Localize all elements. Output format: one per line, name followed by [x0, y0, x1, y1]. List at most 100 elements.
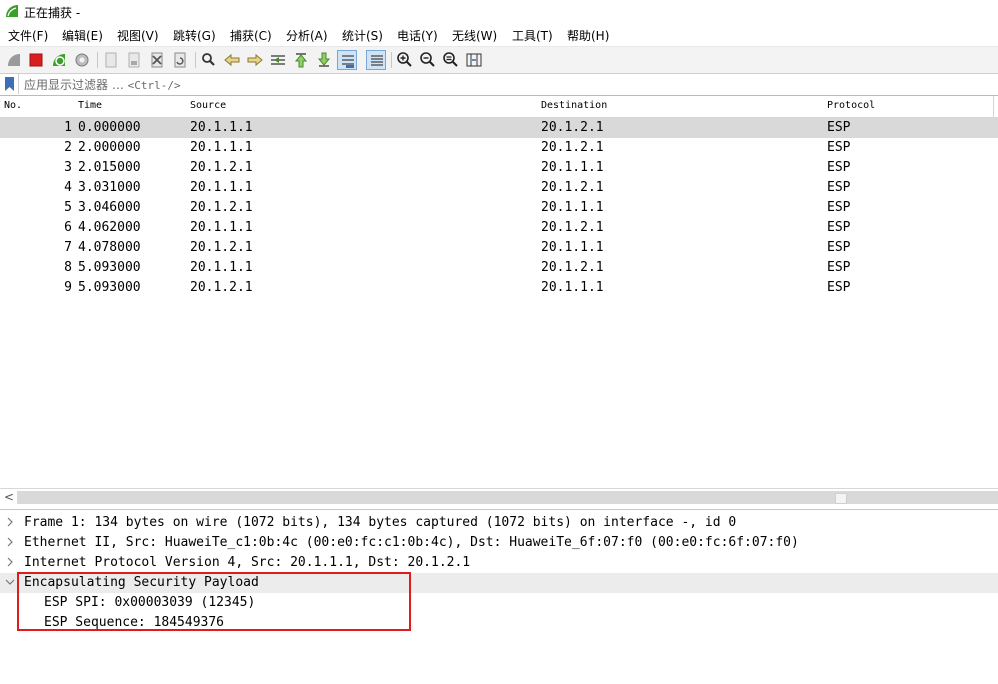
table-row[interactable]: 4 3.031000 20.1.1.1 20.1.2.1 ESP [0, 178, 998, 198]
column-header-destination[interactable]: Destination [537, 96, 823, 118]
row-time: 5.093000 [78, 280, 141, 295]
highlight-annotation-box [17, 572, 411, 631]
column-header-protocol[interactable]: Protocol [823, 96, 998, 118]
row-destination: 20.1.2.1 [541, 180, 604, 195]
table-row[interactable]: 5 3.046000 20.1.2.1 20.1.1.1 ESP [0, 198, 998, 218]
close-file-icon[interactable] [147, 50, 167, 70]
go-last-icon[interactable] [314, 50, 334, 70]
menu-view[interactable]: 视图(V) [117, 27, 159, 44]
row-source: 20.1.2.1 [190, 160, 253, 175]
row-time: 3.046000 [78, 200, 141, 215]
packet-list-horizontal-scrollbar[interactable]: < [0, 488, 998, 506]
row-source: 20.1.1.1 [190, 220, 253, 235]
scrollbar-track[interactable] [17, 491, 998, 504]
open-file-icon[interactable] [101, 50, 121, 70]
row-source: 20.1.2.1 [190, 280, 253, 295]
menu-analyze[interactable]: 分析(A) [286, 27, 328, 44]
row-destination: 20.1.1.1 [541, 200, 604, 215]
row-protocol: ESP [827, 260, 851, 275]
table-row[interactable]: 3 2.015000 20.1.2.1 20.1.1.1 ESP [0, 158, 998, 178]
colorize-icon[interactable] [366, 50, 386, 70]
zoom-normal-icon[interactable] [441, 50, 461, 70]
autoscroll-icon[interactable] [337, 50, 357, 70]
menu-capture[interactable]: 捕获(C) [230, 27, 272, 44]
row-no: 6 [64, 220, 72, 235]
filter-shortcut-hint: <Ctrl-/> [127, 79, 181, 92]
expand-arrow-icon[interactable] [5, 537, 15, 547]
row-protocol: ESP [827, 220, 851, 235]
menu-help[interactable]: 帮助(H) [567, 27, 609, 44]
column-header-source[interactable]: Source [186, 96, 537, 118]
row-protocol: ESP [827, 280, 851, 295]
scroll-left-arrow-icon[interactable]: < [4, 490, 14, 504]
row-source: 20.1.2.1 [190, 200, 253, 215]
row-time: 2.015000 [78, 160, 141, 175]
collapse-arrow-icon[interactable] [5, 577, 15, 587]
row-source: 20.1.2.1 [190, 240, 253, 255]
row-destination: 20.1.2.1 [541, 260, 604, 275]
menu-telephony[interactable]: 电话(Y) [397, 27, 438, 44]
table-row[interactable]: 1 0.000000 20.1.1.1 20.1.2.1 ESP [0, 118, 998, 138]
go-to-packet-icon[interactable] [268, 50, 288, 70]
tree-item-ethernet[interactable]: Ethernet II, Src: HuaweiTe_c1:0b:4c (00:… [0, 533, 998, 553]
row-time: 3.031000 [78, 180, 141, 195]
menu-wireless[interactable]: 无线(W) [452, 27, 497, 44]
menu-statistics[interactable]: 统计(S) [342, 27, 383, 44]
start-capture-icon[interactable] [4, 50, 24, 70]
row-destination: 20.1.1.1 [541, 160, 604, 175]
row-no: 5 [64, 200, 72, 215]
row-no: 1 [64, 120, 72, 135]
table-row[interactable]: 2 2.000000 20.1.1.1 20.1.2.1 ESP [0, 138, 998, 158]
expand-arrow-icon[interactable] [5, 557, 15, 567]
reload-file-icon[interactable] [170, 50, 190, 70]
row-no: 2 [64, 140, 72, 155]
column-header-no[interactable]: No. [0, 96, 74, 118]
row-destination: 20.1.1.1 [541, 280, 604, 295]
find-packet-icon[interactable] [199, 50, 219, 70]
menu-go[interactable]: 跳转(G) [173, 27, 216, 44]
row-protocol: ESP [827, 140, 851, 155]
row-destination: 20.1.2.1 [541, 220, 604, 235]
row-source: 20.1.1.1 [190, 120, 253, 135]
expand-arrow-icon[interactable] [5, 517, 15, 527]
tree-label-frame: Frame 1: 134 bytes on wire (1072 bits), … [24, 515, 737, 530]
column-header-time[interactable]: Time [74, 96, 186, 118]
tree-item-frame[interactable]: Frame 1: 134 bytes on wire (1072 bits), … [0, 513, 998, 533]
zoom-in-icon[interactable] [395, 50, 415, 70]
menu-tools[interactable]: 工具(T) [512, 27, 553, 44]
row-source: 20.1.1.1 [190, 180, 253, 195]
filter-bookmark-icon[interactable] [5, 77, 14, 91]
go-first-icon[interactable] [291, 50, 311, 70]
table-row[interactable]: 7 4.078000 20.1.2.1 20.1.1.1 ESP [0, 238, 998, 258]
row-time: 4.078000 [78, 240, 141, 255]
wireshark-app-icon [6, 5, 18, 17]
menu-file[interactable]: 文件(F) [8, 27, 48, 44]
title-bar: 正在捕获 - [0, 0, 998, 24]
row-time: 0.000000 [78, 120, 141, 135]
tree-item-ip[interactable]: Internet Protocol Version 4, Src: 20.1.1… [0, 553, 998, 573]
table-row[interactable]: 9 5.093000 20.1.2.1 20.1.1.1 ESP [0, 278, 998, 298]
row-time: 2.000000 [78, 140, 141, 155]
resize-columns-icon[interactable] [464, 50, 484, 70]
row-protocol: ESP [827, 240, 851, 255]
restart-capture-icon[interactable] [49, 50, 69, 70]
row-protocol: ESP [827, 160, 851, 175]
row-no: 3 [64, 160, 72, 175]
row-no: 4 [64, 180, 72, 195]
capture-options-icon[interactable] [72, 50, 92, 70]
stop-capture-icon[interactable] [26, 50, 46, 70]
display-filter-input[interactable]: 应用显示过滤器 … <Ctrl-/> [18, 74, 997, 94]
row-protocol: ESP [827, 180, 851, 195]
menu-edit[interactable]: 编辑(E) [62, 27, 103, 44]
table-row[interactable]: 6 4.062000 20.1.1.1 20.1.2.1 ESP [0, 218, 998, 238]
row-destination: 20.1.2.1 [541, 140, 604, 155]
go-forward-icon[interactable] [245, 50, 265, 70]
row-protocol: ESP [827, 120, 851, 135]
zoom-out-icon[interactable] [418, 50, 438, 70]
go-back-icon[interactable] [222, 50, 242, 70]
scrollbar-thumb[interactable] [835, 493, 847, 504]
row-no: 8 [64, 260, 72, 275]
table-row[interactable]: 8 5.093000 20.1.1.1 20.1.2.1 ESP [0, 258, 998, 278]
row-no: 9 [64, 280, 72, 295]
save-file-icon[interactable] [124, 50, 144, 70]
